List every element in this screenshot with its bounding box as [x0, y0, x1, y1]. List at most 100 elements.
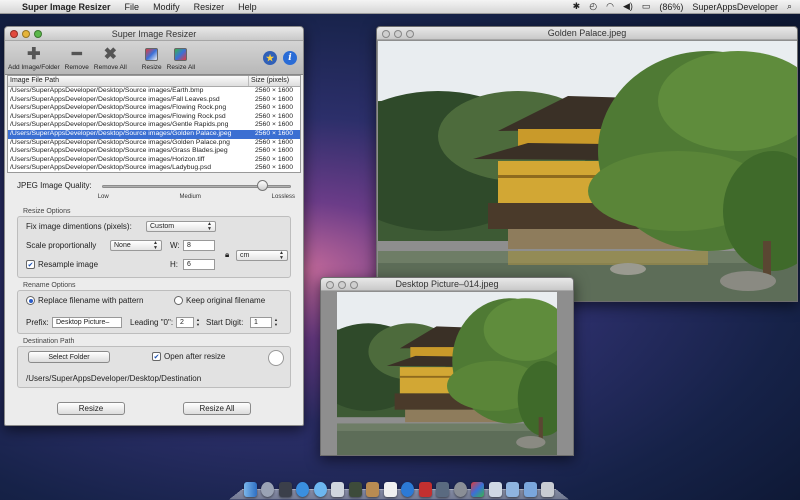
photo-booth-icon[interactable] — [418, 482, 432, 497]
mail-icon[interactable] — [331, 482, 345, 497]
mission-control-icon[interactable] — [278, 482, 292, 497]
resample-checkbox[interactable]: ✔ — [26, 260, 35, 269]
resize-all-button[interactable]: Resize All — [183, 402, 251, 415]
table-cell-path: /Users/SuperAppsDeveloper/Desktop/Source… — [10, 87, 204, 94]
leading-zero-field[interactable]: 2 — [176, 317, 194, 328]
remove-all-button[interactable]: ✖ Remove All — [94, 46, 127, 71]
remove-all-label: Remove All — [93, 64, 127, 71]
resize-toolbar-button[interactable]: Resize — [142, 46, 162, 71]
unit-popup[interactable]: cm ▲ ▼ — [236, 250, 288, 261]
jpeg-quality-label: JPEG Image Quality: — [17, 181, 92, 190]
table-row[interactable]: /Users/SuperAppsDeveloper/Desktop/Source… — [8, 156, 300, 165]
address-book-icon[interactable] — [366, 482, 380, 497]
wifi-icon[interactable]: ◠ — [606, 1, 614, 12]
window-titlebar[interactable]: Desktop Picture–014.jpeg — [321, 278, 573, 291]
table-cell-size: 2560 × 1600 — [255, 138, 293, 146]
resize-button[interactable]: Resize — [57, 402, 125, 415]
scale-popup[interactable]: None ▲ ▼ — [110, 240, 162, 251]
main-window-title: Super Image Resizer — [111, 28, 197, 39]
star-icon[interactable]: ★ — [263, 51, 277, 65]
file-table[interactable]: Image File Path Size (pixels) /Users/Sup… — [7, 75, 301, 173]
start-digit-stepper[interactable]: ▲ ▼ — [274, 317, 278, 327]
replace-filename-radio[interactable] — [26, 296, 35, 305]
fix-dimensions-popup[interactable]: Custom ▲ ▼ — [146, 221, 216, 232]
safari-icon[interactable] — [313, 482, 327, 497]
main-window[interactable]: Super Image Resizer ✚ Add Image/Folder ━… — [4, 26, 304, 426]
slider-knob[interactable] — [257, 180, 269, 191]
table-cell-size: 2560 × 1600 — [255, 147, 293, 155]
prefix-field[interactable]: Desktop Picture– — [52, 317, 122, 328]
preview-window-golden-palace[interactable]: Golden Palace.jpeg — [376, 26, 798, 302]
table-cell-path: /Users/SuperAppsDeveloper/Desktop/Source… — [10, 147, 228, 155]
downloads-icon[interactable] — [523, 482, 537, 497]
spotlight-icon[interactable]: ⌕ — [787, 1, 792, 12]
lock-icon[interactable]: 🔒︎ — [225, 250, 229, 260]
width-field[interactable]: 8 — [183, 240, 215, 251]
trash-icon[interactable] — [540, 482, 554, 497]
menu-help[interactable]: Help — [238, 2, 257, 12]
zoom-button[interactable] — [406, 30, 414, 38]
start-digit-field[interactable]: 1 — [250, 317, 272, 328]
facetime-icon[interactable] — [348, 482, 362, 497]
resize-options-label: Resize Options — [23, 208, 71, 215]
table-body: /Users/SuperAppsDeveloper/Desktop/Source… — [8, 87, 300, 172]
close-button[interactable] — [10, 30, 18, 38]
system-preferences-icon[interactable] — [453, 482, 467, 497]
folder-icon[interactable] — [506, 482, 520, 497]
zoom-button[interactable] — [350, 281, 358, 289]
bluetooth-icon[interactable]: ✱ — [573, 1, 581, 12]
timemachine-icon[interactable]: ◴ — [589, 1, 597, 12]
app-store-icon[interactable] — [296, 482, 310, 497]
window-titlebar[interactable]: Golden Palace.jpeg — [377, 27, 797, 40]
menu-app-name[interactable]: Super Image Resizer — [22, 2, 111, 12]
launchpad-icon[interactable] — [261, 482, 275, 497]
table-row[interactable]: /Users/SuperAppsDeveloper/Desktop/Source… — [8, 121, 300, 130]
finder-icon[interactable] — [244, 482, 257, 497]
iphoto-icon[interactable] — [436, 482, 450, 497]
height-field[interactable]: 6 — [183, 259, 215, 270]
leading-zero-stepper[interactable]: ▲ ▼ — [196, 317, 200, 327]
close-button[interactable] — [382, 30, 390, 38]
table-row[interactable]: /Users/SuperAppsDeveloper/Desktop/Source… — [8, 147, 300, 156]
minimize-button[interactable] — [22, 30, 30, 38]
table-row[interactable]: /Users/SuperAppsDeveloper/Desktop/Source… — [8, 96, 300, 105]
table-row[interactable]: /Users/SuperAppsDeveloper/Desktop/Source… — [8, 129, 300, 139]
header-size[interactable]: Size (pixels) — [248, 76, 300, 86]
popup-arrows-icon: ▲ ▼ — [279, 249, 284, 261]
preview-icon[interactable] — [488, 482, 502, 497]
itunes-icon[interactable] — [401, 482, 415, 497]
user-name[interactable]: SuperAppsDeveloper — [692, 2, 778, 12]
close-button[interactable] — [326, 281, 334, 289]
table-row[interactable]: /Users/SuperAppsDeveloper/Desktop/Source… — [8, 87, 300, 96]
remove-button[interactable]: ━ Remove — [65, 46, 89, 71]
volume-icon[interactable]: ◀) — [623, 1, 633, 12]
info-icon[interactable]: i — [283, 51, 297, 65]
select-folder-button[interactable]: Select Folder — [28, 351, 110, 363]
table-row[interactable]: /Users/SuperAppsDeveloper/Desktop/Source… — [8, 104, 300, 113]
minimize-button[interactable] — [394, 30, 402, 38]
menu-resizer[interactable]: Resizer — [194, 2, 225, 12]
main-titlebar[interactable]: Super Image Resizer — [5, 27, 303, 41]
destination-color-well[interactable] — [268, 350, 284, 366]
battery-icon[interactable]: ▭ — [642, 1, 651, 12]
add-image-folder-button[interactable]: ✚ Add Image/Folder — [8, 46, 60, 71]
open-after-resize-checkbox[interactable]: ✔ — [152, 352, 161, 361]
menu-modify[interactable]: Modify — [153, 2, 180, 12]
jpeg-quality-slider[interactable]: Low Medium Lossless — [98, 180, 295, 204]
calendar-icon[interactable] — [383, 482, 397, 497]
keep-filename-radio[interactable] — [174, 296, 183, 305]
minimize-button[interactable] — [338, 281, 346, 289]
preview-window-desktop-picture[interactable]: Desktop Picture–014.jpeg — [320, 277, 574, 456]
resize-label: Resize — [141, 64, 162, 71]
resize-all-toolbar-button[interactable]: Resize All — [167, 46, 195, 71]
table-row[interactable]: /Users/SuperAppsDeveloper/Desktop/Source… — [8, 139, 300, 148]
zoom-button[interactable] — [34, 30, 42, 38]
table-row[interactable]: /Users/SuperAppsDeveloper/Desktop/Source… — [8, 164, 300, 172]
resample-label: Resample image — [38, 260, 99, 269]
table-row[interactable]: /Users/SuperAppsDeveloper/Desktop/Source… — [8, 113, 300, 122]
menu-file[interactable]: File — [125, 2, 140, 12]
super-image-resizer-dock-icon[interactable] — [471, 482, 485, 497]
header-path[interactable]: Image File Path — [8, 76, 248, 86]
height-label: H: — [170, 260, 178, 269]
destination-label: Destination Path — [23, 338, 75, 345]
